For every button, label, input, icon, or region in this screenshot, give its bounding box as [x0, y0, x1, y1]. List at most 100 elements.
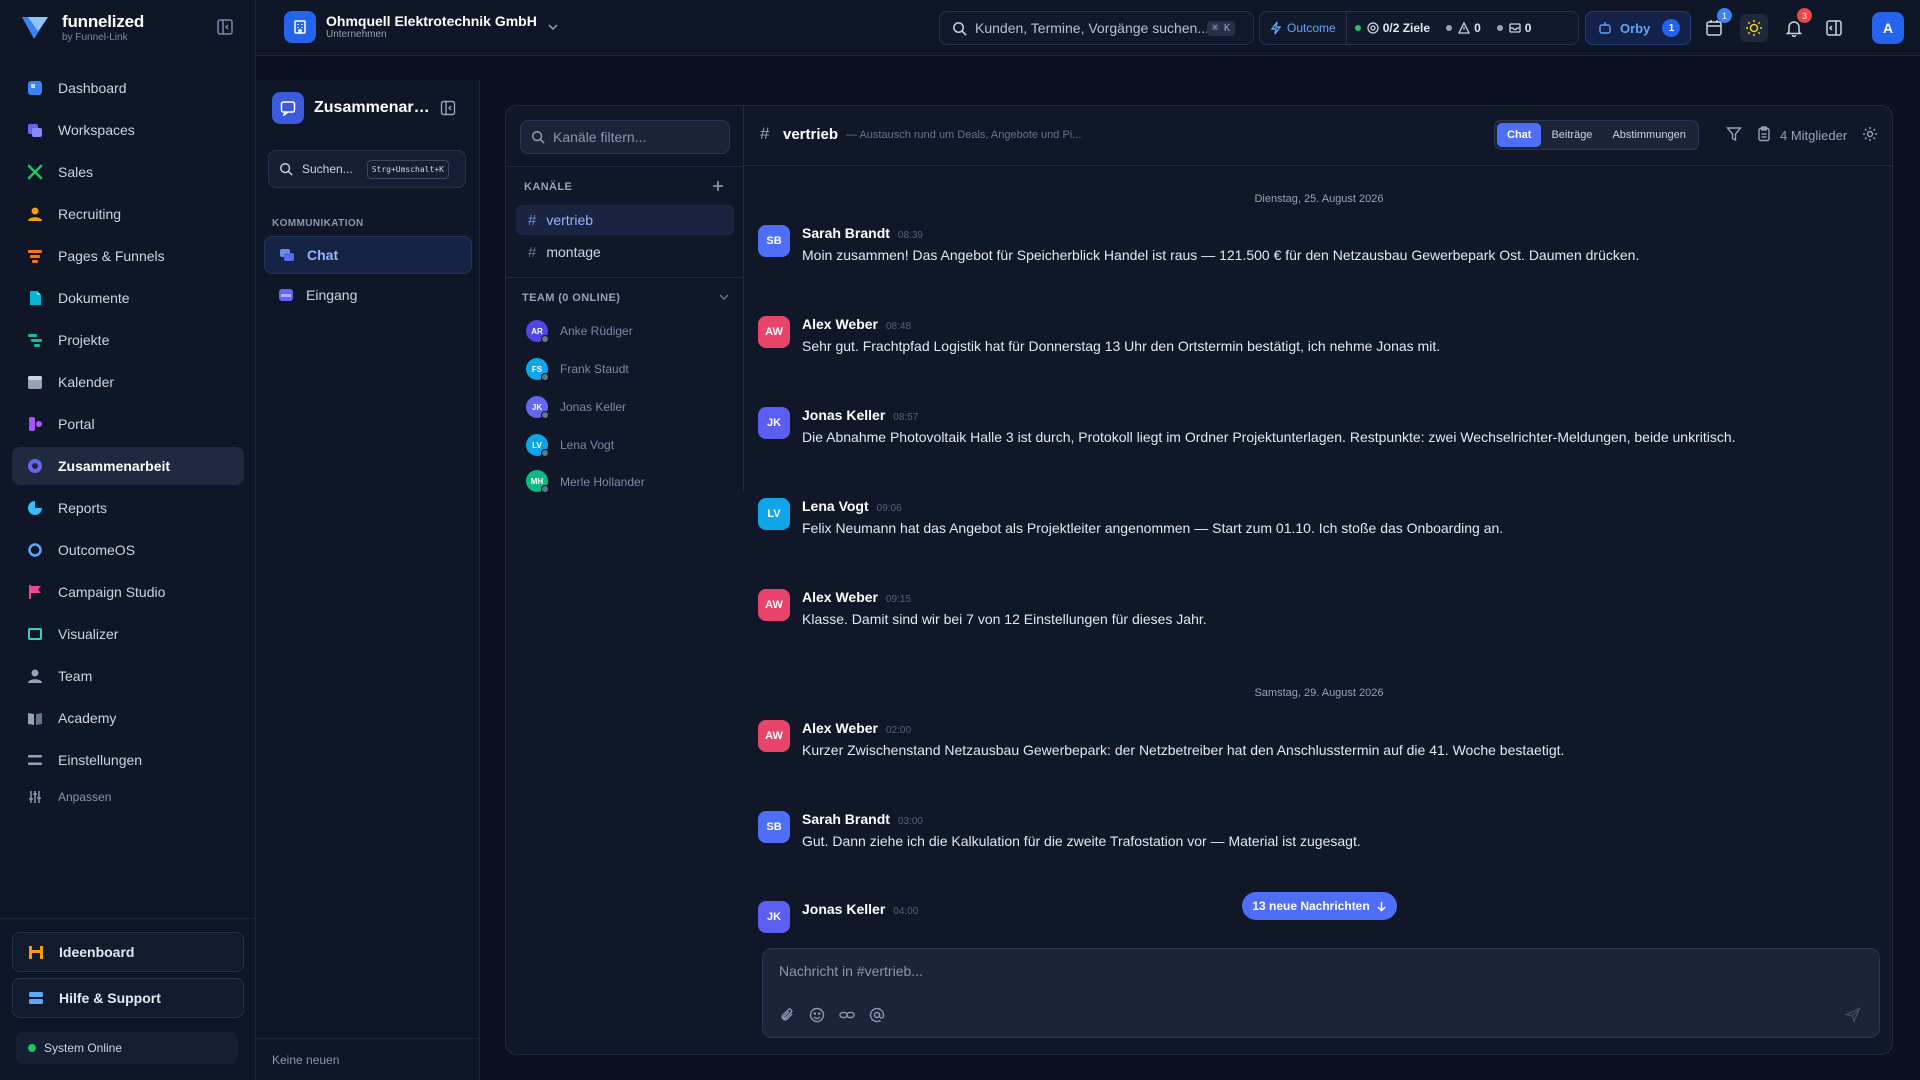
brand[interactable]: funnelized by Funnel-Link [20, 10, 144, 46]
nav-item-reports[interactable]: Reports [12, 489, 244, 527]
message-input[interactable] [779, 963, 1859, 987]
avatar[interactable]: JK [758, 901, 790, 933]
projects-icon [26, 331, 44, 349]
message-time: 08:48 [886, 321, 912, 332]
clipboard-icon[interactable] [1756, 126, 1772, 142]
main-sidebar: funnelized by Funnel-Link Dashboard Work… [0, 0, 256, 1080]
nav-item-campaign-studio[interactable]: Campaign Studio [12, 573, 244, 611]
collaboration-search[interactable]: Suchen... Strg+Umschalt+K [268, 150, 466, 188]
message-author[interactable]: Jonas Keller [802, 407, 885, 423]
chevron-down-icon[interactable] [718, 291, 730, 303]
nav-item-recruiting[interactable]: Recruiting [12, 195, 244, 233]
team-member[interactable]: FS Frank Staudt [526, 356, 629, 382]
channel-filter[interactable] [520, 120, 730, 154]
warnings-indicator[interactable]: 0 [1438, 21, 1489, 35]
nav-item-team[interactable]: Team [12, 657, 244, 695]
divider [506, 277, 744, 278]
member-name: Jonas Keller [560, 400, 627, 414]
nav-item-projects[interactable]: Projekte [12, 321, 244, 359]
global-search[interactable]: ⌘ K [939, 11, 1254, 45]
sub-item-inbox[interactable]: Eingang [264, 276, 472, 314]
channel-item-vertrieb[interactable]: # vertrieb [516, 205, 734, 235]
team-member[interactable]: LV Lena Vogt [526, 432, 614, 458]
nav-item-documents[interactable]: Dokumente [12, 279, 244, 317]
new-messages-button[interactable]: 13 neue Nachrichten [1242, 892, 1397, 920]
nav-item-academy[interactable]: Academy [12, 699, 244, 737]
mention-icon[interactable] [869, 1007, 885, 1023]
team-member[interactable]: AR Anke Rüdiger [526, 318, 633, 344]
filter-icon[interactable] [1726, 126, 1742, 142]
nav-item-workspaces[interactable]: Workspaces [12, 111, 244, 149]
sub-item-label: Chat [307, 247, 339, 263]
help-support-button[interactable]: Hilfe & Support [12, 978, 244, 1018]
avatar[interactable]: AW [758, 589, 790, 621]
search-shortcut: ⌘ K [1207, 20, 1236, 36]
collaboration-icon [26, 457, 44, 475]
gear-icon[interactable] [1862, 126, 1878, 142]
workspaces-icon [26, 121, 44, 139]
team-member[interactable]: MH Merle Hollander [526, 470, 645, 492]
message-author[interactable]: Sarah Brandt [802, 225, 890, 241]
robot-icon [1598, 21, 1612, 35]
attachment-icon[interactable] [779, 1007, 795, 1023]
message-author[interactable]: Jonas Keller [802, 901, 885, 917]
avatar: JK [526, 396, 549, 419]
nav-item-sales[interactable]: Sales [12, 153, 244, 191]
user-avatar[interactable]: A [1872, 12, 1904, 44]
company-type: Unternehmen [326, 29, 387, 41]
nav-item-settings[interactable]: Einstellungen [12, 741, 244, 779]
goals-indicator[interactable]: 0/2 Ziele [1347, 21, 1438, 35]
collaboration-sidebar: Zusammenarbeit Suchen... Strg+Umschalt+K… [256, 80, 480, 1080]
outcome-button[interactable]: Outcome [1260, 12, 1347, 44]
message-author[interactable]: Sarah Brandt [802, 811, 890, 827]
nav-item-calendar[interactable]: Kalender [12, 363, 244, 401]
emoji-icon[interactable] [809, 1007, 825, 1023]
nav-item-collaboration[interactable]: Zusammenarbeit [12, 447, 244, 485]
sub-item-chat[interactable]: Chat [264, 236, 472, 274]
calendar-icon [26, 373, 44, 391]
ideaboard-button[interactable]: Ideenboard [12, 932, 244, 972]
avatar[interactable]: AW [758, 720, 790, 752]
nav-item-outcomeos[interactable]: OutcomeOS [12, 531, 244, 569]
status-dot [1446, 25, 1453, 31]
team-member[interactable]: JK Jonas Keller [526, 394, 626, 420]
add-channel-icon[interactable] [712, 180, 724, 192]
tab-posts[interactable]: Beiträge [1541, 123, 1602, 147]
reports-icon [26, 499, 44, 517]
message-author[interactable]: Lena Vogt [802, 498, 869, 514]
nav-item-pages-funnels[interactable]: Pages & Funnels [12, 237, 244, 275]
panel-toggle-button[interactable] [1820, 14, 1848, 42]
message-author[interactable]: Alex Weber [802, 316, 878, 332]
panel-collapse-icon[interactable] [440, 100, 456, 116]
avatar[interactable]: LV [758, 498, 790, 530]
message-author[interactable]: Alex Weber [802, 589, 878, 605]
notifications-badge: 3 [1797, 8, 1812, 23]
nav-item-dashboard[interactable]: Dashboard [12, 69, 244, 107]
theme-toggle[interactable] [1740, 14, 1768, 42]
nav-item-visualizer[interactable]: Visualizer [12, 615, 244, 653]
tab-chat[interactable]: Chat [1497, 123, 1542, 147]
channel-filter-input[interactable] [553, 129, 723, 145]
channel-item-montage[interactable]: # montage [516, 237, 734, 267]
orby-button[interactable]: Orby 1 [1585, 11, 1691, 45]
messages-indicator[interactable]: 0 [1489, 21, 1540, 35]
calendar-button[interactable]: 1 [1700, 8, 1732, 42]
nav-item-customize[interactable]: Anpassen [12, 783, 244, 811]
sidebar-collapse-icon[interactable] [216, 18, 234, 36]
avatar[interactable]: JK [758, 407, 790, 439]
avatar[interactable]: SB [758, 811, 790, 843]
avatar[interactable]: AW [758, 316, 790, 348]
chat-message: LV Lena Vogt 09:06 Felix Neumann hat das … [758, 498, 1878, 548]
divider [506, 166, 744, 167]
nav-item-label: Portal [58, 416, 95, 432]
avatar[interactable]: SB [758, 225, 790, 257]
nav-item-portal[interactable]: Portal [12, 405, 244, 443]
members-count[interactable]: 4 Mitglieder [1780, 128, 1847, 143]
global-search-input[interactable] [975, 20, 1207, 36]
notifications-button[interactable]: 3 [1780, 8, 1812, 42]
send-icon[interactable] [1845, 1007, 1861, 1023]
company-switcher[interactable]: Ohmquell Elektrotechnik GmbH Unternehmen [284, 11, 559, 43]
link-icon[interactable] [839, 1007, 855, 1023]
tab-polls[interactable]: Abstimmungen [1602, 123, 1695, 147]
message-author[interactable]: Alex Weber [802, 720, 878, 736]
